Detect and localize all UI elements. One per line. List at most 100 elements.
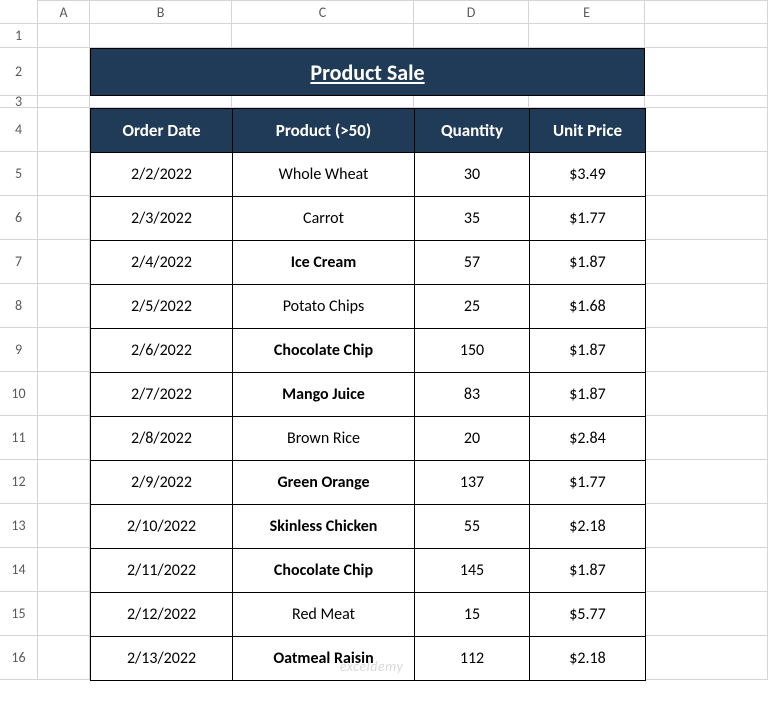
cell-quantity[interactable]: 137 (415, 461, 530, 505)
row-header-15[interactable]: 15 (0, 592, 38, 636)
cell-product[interactable]: Chocolate Chip (233, 329, 415, 373)
row-header-1[interactable]: 1 (0, 24, 38, 48)
table-row[interactable]: 2/13/2022Oatmeal Raisin112$2.18 (91, 637, 646, 681)
row-header-12[interactable]: 12 (0, 460, 38, 504)
th-quantity[interactable]: Quantity (415, 109, 530, 153)
cell-quantity[interactable]: 25 (415, 285, 530, 329)
row-header-5[interactable]: 5 (0, 152, 38, 196)
th-unitPrice[interactable]: Unit Price (530, 109, 646, 153)
cell[interactable] (645, 96, 768, 108)
cell[interactable] (645, 636, 768, 680)
cell[interactable] (38, 416, 90, 460)
cell[interactable] (645, 24, 768, 48)
col-header-B[interactable]: B (90, 0, 232, 24)
cell-quantity[interactable]: 57 (415, 241, 530, 285)
col-header-blank[interactable] (645, 0, 768, 24)
cell-product[interactable]: Carrot (233, 197, 415, 241)
row-header-7[interactable]: 7 (0, 240, 38, 284)
cell[interactable] (645, 108, 768, 152)
cell[interactable] (38, 240, 90, 284)
cell-product[interactable]: Ice Cream (233, 241, 415, 285)
table-row[interactable]: 2/9/2022Green Orange137$1.77 (91, 461, 646, 505)
table-row[interactable]: 2/7/2022Mango Juice83$1.87 (91, 373, 646, 417)
cell-quantity[interactable]: 55 (415, 505, 530, 549)
row-header-14[interactable]: 14 (0, 548, 38, 592)
cell[interactable] (38, 636, 90, 680)
cell-product[interactable]: Green Orange (233, 461, 415, 505)
cell-date[interactable]: 2/12/2022 (91, 593, 233, 637)
cell-price[interactable]: $1.68 (530, 285, 646, 329)
cell[interactable] (645, 240, 768, 284)
cell-quantity[interactable]: 150 (415, 329, 530, 373)
table-row[interactable]: 2/3/2022Carrot35$1.77 (91, 197, 646, 241)
cell-date[interactable]: 2/8/2022 (91, 417, 233, 461)
table-row[interactable]: 2/10/2022Skinless Chicken55$2.18 (91, 505, 646, 549)
cell[interactable] (38, 372, 90, 416)
cell[interactable] (645, 152, 768, 196)
cell-price[interactable]: $2.18 (530, 637, 646, 681)
cell-date[interactable]: 2/4/2022 (91, 241, 233, 285)
cell[interactable] (90, 24, 232, 48)
col-header-E[interactable]: E (529, 0, 645, 24)
cell[interactable] (38, 152, 90, 196)
cell-product[interactable]: Whole Wheat (233, 153, 415, 197)
cell[interactable] (38, 592, 90, 636)
title-cell[interactable]: Product Sale (90, 48, 645, 96)
cell-product[interactable]: Brown Rice (233, 417, 415, 461)
row-header-13[interactable]: 13 (0, 504, 38, 548)
cell[interactable] (645, 504, 768, 548)
cell-date[interactable]: 2/6/2022 (91, 329, 233, 373)
cell[interactable] (38, 460, 90, 504)
cell[interactable] (38, 196, 90, 240)
cell-date[interactable]: 2/13/2022 (91, 637, 233, 681)
cell-product[interactable]: Skinless Chicken (233, 505, 415, 549)
cell[interactable] (645, 284, 768, 328)
cell-date[interactable]: 2/2/2022 (91, 153, 233, 197)
row-header-8[interactable]: 8 (0, 284, 38, 328)
row-header-10[interactable]: 10 (0, 372, 38, 416)
cell-quantity[interactable]: 83 (415, 373, 530, 417)
cell[interactable] (645, 48, 768, 96)
cell-quantity[interactable]: 15 (415, 593, 530, 637)
cell[interactable] (414, 24, 529, 48)
cell-price[interactable]: $1.87 (530, 241, 646, 285)
cell[interactable] (645, 592, 768, 636)
cell[interactable] (38, 96, 90, 108)
cell[interactable] (38, 548, 90, 592)
cell-price[interactable]: $1.87 (530, 373, 646, 417)
cell-quantity[interactable]: 30 (415, 153, 530, 197)
cell-quantity[interactable]: 20 (415, 417, 530, 461)
table-row[interactable]: 2/11/2022Chocolate Chip145$1.87 (91, 549, 646, 593)
table-row[interactable]: 2/4/2022Ice Cream57$1.87 (91, 241, 646, 285)
cell-price[interactable]: $2.18 (530, 505, 646, 549)
cell[interactable] (414, 96, 529, 108)
cell[interactable] (529, 96, 645, 108)
table-row[interactable]: 2/2/2022Whole Wheat30$3.49 (91, 153, 646, 197)
cell-date[interactable]: 2/7/2022 (91, 373, 233, 417)
cell-product[interactable]: Mango Juice (233, 373, 415, 417)
cell-price[interactable]: $3.49 (530, 153, 646, 197)
cell[interactable] (38, 48, 90, 96)
cell-price[interactable]: $1.87 (530, 549, 646, 593)
cell[interactable] (38, 328, 90, 372)
cell-date[interactable]: 2/5/2022 (91, 285, 233, 329)
col-header-C[interactable]: C (232, 0, 414, 24)
cell[interactable] (529, 24, 645, 48)
cell-date[interactable]: 2/10/2022 (91, 505, 233, 549)
cell[interactable] (645, 548, 768, 592)
table-row[interactable]: 2/6/2022Chocolate Chip150$1.87 (91, 329, 646, 373)
cell-price[interactable]: $5.77 (530, 593, 646, 637)
cell[interactable] (38, 24, 90, 48)
row-header-6[interactable]: 6 (0, 196, 38, 240)
cell-price[interactable]: $1.77 (530, 197, 646, 241)
cell[interactable] (38, 108, 90, 152)
cell[interactable] (38, 284, 90, 328)
table-row[interactable]: 2/5/2022Potato Chips25$1.68 (91, 285, 646, 329)
cell[interactable] (90, 96, 232, 108)
cell-product[interactable]: Red Meat (233, 593, 415, 637)
cell-date[interactable]: 2/11/2022 (91, 549, 233, 593)
row-header-9[interactable]: 9 (0, 328, 38, 372)
table-row[interactable]: 2/8/2022Brown Rice20$2.84 (91, 417, 646, 461)
cell-product[interactable]: Oatmeal Raisin (233, 637, 415, 681)
table-row[interactable]: 2/12/2022Red Meat15$5.77 (91, 593, 646, 637)
